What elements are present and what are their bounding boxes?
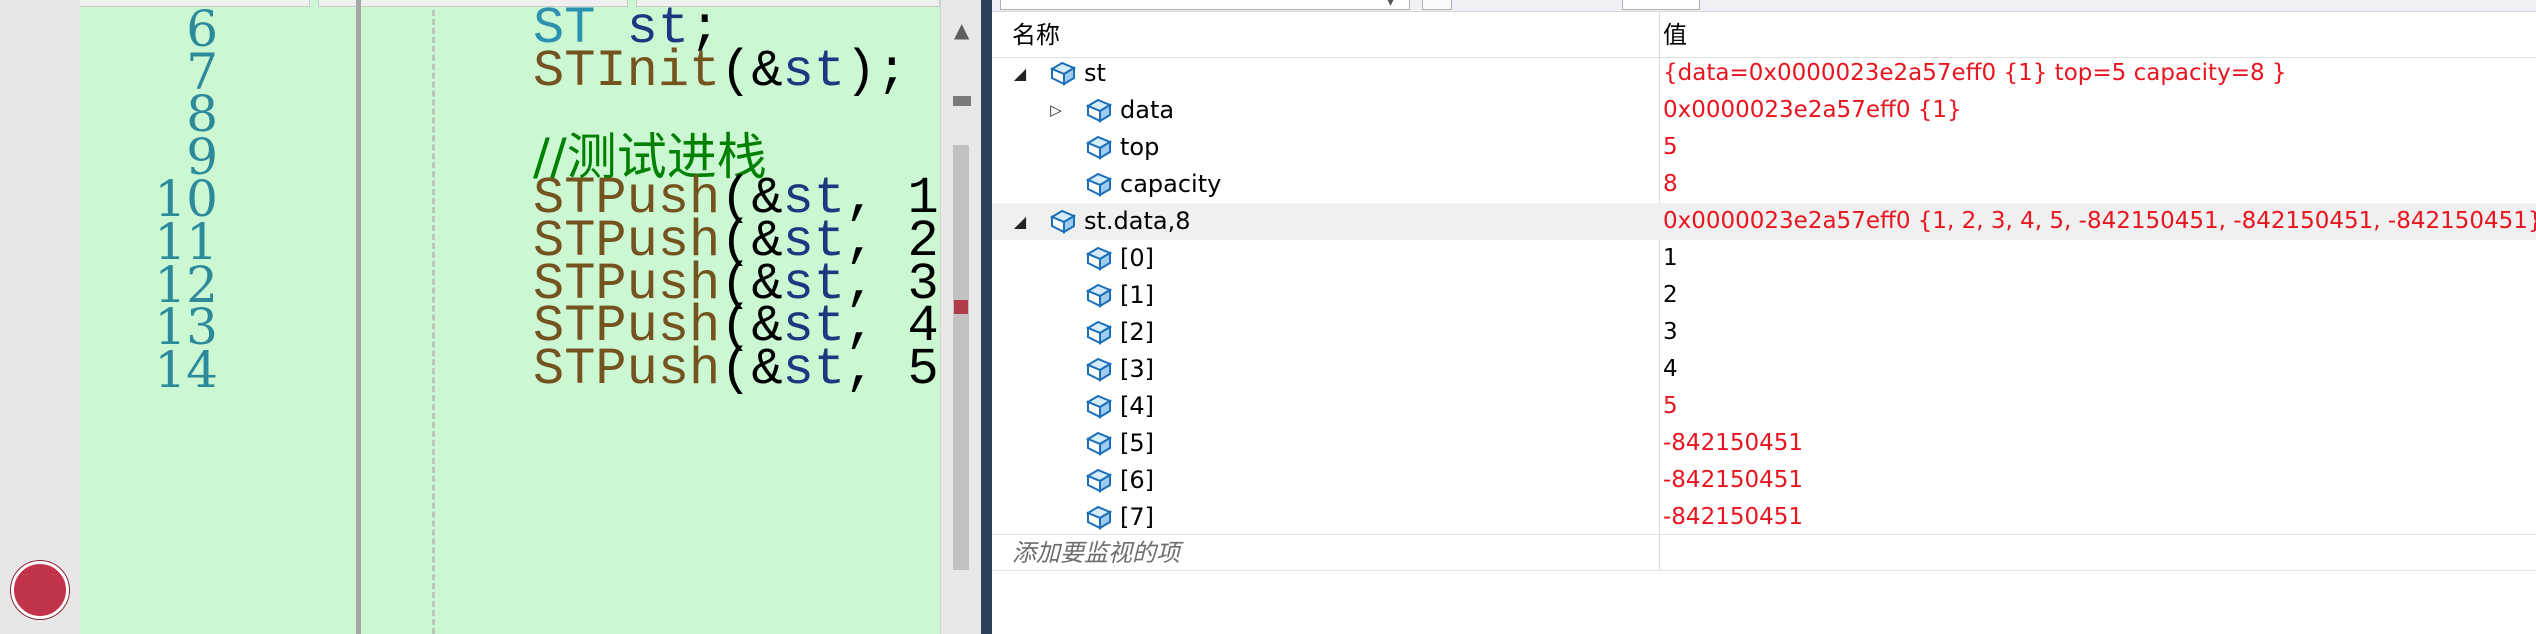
column-header-value[interactable]: 值: [1663, 12, 1687, 58]
watch-row[interactable]: [4] 5: [992, 388, 2536, 425]
variable-object-icon: [1049, 208, 1077, 234]
variable-object-icon: [1085, 171, 1113, 197]
watch-name[interactable]: [5]: [1120, 425, 1154, 462]
variable-object-icon: [1085, 430, 1113, 456]
watch-value[interactable]: 5: [1663, 388, 1678, 425]
variable-object-icon: [1085, 319, 1113, 345]
watch-value[interactable]: 5: [1663, 129, 1678, 166]
code-editor[interactable]: 6 ST st; 7 STInit(&st); 8 9//测试进栈 10 STPush(&st…: [0, 0, 981, 634]
watch-name[interactable]: [0]: [1120, 240, 1154, 277]
breakpoint-icon[interactable]: [11, 561, 69, 619]
watch-name[interactable]: [4]: [1120, 388, 1154, 425]
line-number: 14: [154, 340, 218, 399]
watch-row[interactable]: ▷ data 0x0000023e2a57eff0 {1}: [992, 92, 2536, 129]
watch-row[interactable]: [2] 3: [992, 314, 2536, 351]
search-button[interactable]: [1422, 0, 1452, 10]
watch-value[interactable]: 0x0000023e2a57eff0 {1, 2, 3, 4, 5, -8421…: [1663, 203, 2536, 240]
watch-value[interactable]: 0x0000023e2a57eff0 {1}: [1663, 92, 1962, 129]
variable-object-icon: [1085, 504, 1113, 530]
code-token: STPush: [533, 339, 721, 399]
add-watch-row[interactable]: 添加要监视的项: [992, 534, 2536, 571]
watch-name[interactable]: [1]: [1120, 277, 1154, 314]
watch-row[interactable]: [6] -842150451: [992, 462, 2536, 499]
scroll-marker: [953, 96, 971, 106]
watch-toolbar: ▾: [992, 0, 2536, 12]
watch-row[interactable]: [0] 1: [992, 240, 2536, 277]
watch-value[interactable]: 2: [1663, 277, 1678, 314]
column-header-name[interactable]: 名称: [1012, 12, 1060, 58]
search-depth-select[interactable]: [1622, 0, 1700, 10]
collapse-triangle-icon[interactable]: ◢: [1010, 55, 1030, 92]
scrollbar-thumb[interactable]: [953, 145, 969, 570]
watch-row[interactable]: ◢ st.data,8 0x0000023e2a57eff0 {1, 2, 3, 4…: [992, 203, 2536, 240]
chevron-down-icon[interactable]: ▾: [1387, 0, 1394, 10]
variable-object-icon: [1085, 356, 1113, 382]
watch-window: ▾ 名称 值 ◢ st {data=0x0000023e2a57eff0 {1} t…: [992, 0, 2536, 634]
collapse-triangle-icon[interactable]: ◢: [1010, 203, 1030, 240]
breakpoint-scroll-marker: [954, 300, 968, 314]
watch-name[interactable]: top: [1120, 129, 1159, 166]
variable-object-icon: [1085, 245, 1113, 271]
variable-object-icon: [1085, 282, 1113, 308]
watch-value[interactable]: 3: [1663, 314, 1678, 351]
code-line[interactable]: 14 STPush(&st, 5);: [0, 336, 981, 404]
search-input[interactable]: [1000, 0, 1410, 10]
watch-value[interactable]: -842150451: [1663, 462, 1803, 499]
code-text[interactable]: STPush(&st, 5);: [533, 336, 981, 404]
scroll-up-arrow-icon[interactable]: ▲: [954, 18, 969, 42]
variable-object-icon: [1085, 393, 1113, 419]
code-token: (&: [720, 339, 783, 399]
watch-name[interactable]: [6]: [1120, 462, 1154, 499]
watch-row[interactable]: [5] -842150451: [992, 425, 2536, 462]
watch-row[interactable]: [1] 2: [992, 277, 2536, 314]
watch-name[interactable]: data: [1120, 92, 1174, 129]
expand-triangle-icon[interactable]: ▷: [1046, 92, 1066, 129]
watch-value[interactable]: {data=0x0000023e2a57eff0 {1} top=5 capac…: [1663, 55, 2287, 92]
pane-splitter[interactable]: [981, 0, 992, 634]
watch-name[interactable]: [7]: [1120, 499, 1154, 536]
watch-row[interactable]: [7] -842150451: [992, 499, 2536, 536]
watch-value[interactable]: 1: [1663, 240, 1678, 277]
watch-value[interactable]: -842150451: [1663, 499, 1803, 536]
watch-name[interactable]: [2]: [1120, 314, 1154, 351]
editor-scrollbar[interactable]: ▲: [940, 0, 981, 634]
variable-object-icon: [1085, 134, 1113, 160]
variable-object-icon: [1049, 60, 1077, 86]
watch-name[interactable]: st.data,8: [1084, 203, 1191, 240]
watch-row[interactable]: top 5: [992, 129, 2536, 166]
watch-name[interactable]: capacity: [1120, 166, 1221, 203]
variable-object-icon: [1085, 97, 1113, 123]
watch-value[interactable]: 8: [1663, 166, 1678, 203]
code-token: st: [782, 339, 846, 399]
variable-object-icon: [1085, 467, 1113, 493]
watch-header: 名称 值: [992, 12, 2536, 58]
add-watch-placeholder[interactable]: 添加要监视的项: [1012, 535, 1180, 572]
watch-row[interactable]: capacity 8: [992, 166, 2536, 203]
watch-name[interactable]: [3]: [1120, 351, 1154, 388]
watch-value[interactable]: 4: [1663, 351, 1678, 388]
watch-value[interactable]: -842150451: [1663, 425, 1803, 462]
watch-row[interactable]: [3] 4: [992, 351, 2536, 388]
watch-name[interactable]: st: [1084, 55, 1106, 92]
watch-row[interactable]: ◢ st {data=0x0000023e2a57eff0 {1} top=5 ca…: [992, 55, 2536, 92]
